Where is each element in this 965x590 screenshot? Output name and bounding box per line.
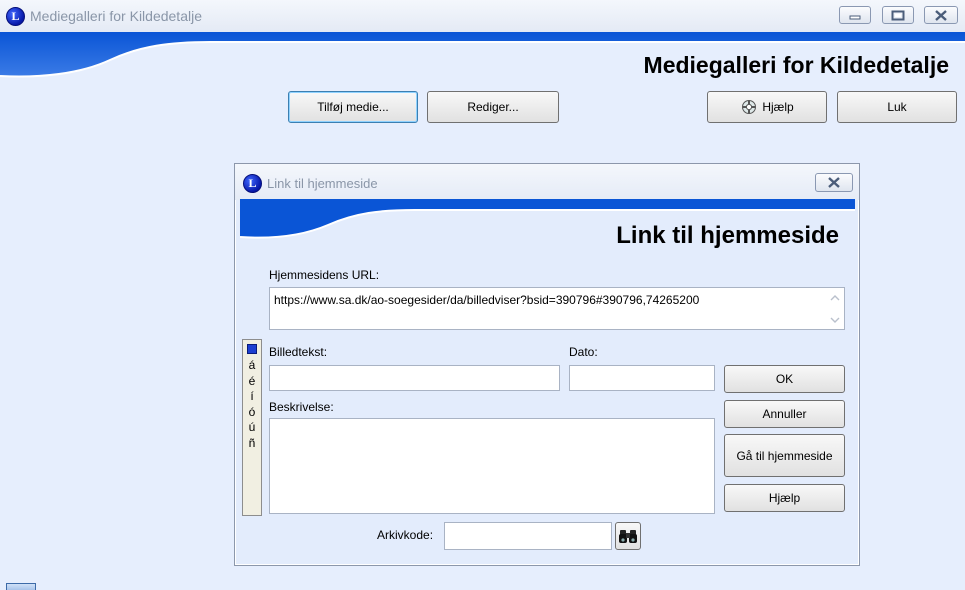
accent-char-a[interactable]: á (249, 358, 256, 374)
edit-label: Rediger... (467, 100, 519, 114)
window-title: Mediegalleri for Kildedetalje (30, 8, 202, 24)
dialog-title: Link til hjemmeside (267, 176, 378, 191)
add-media-button[interactable]: Tilføj medie... (288, 91, 418, 123)
archive-code-input[interactable] (444, 522, 612, 550)
date-label: Dato: (569, 345, 598, 359)
dialog-banner-title: Link til hjemmeside (616, 222, 839, 249)
ok-button[interactable]: OK (724, 365, 845, 393)
description-textarea[interactable] (269, 418, 715, 514)
accent-char-o[interactable]: ó (249, 405, 256, 421)
accent-bar-marker-icon[interactable] (247, 344, 257, 354)
date-input[interactable] (569, 365, 715, 391)
dialog-logo-icon: L (243, 174, 262, 193)
dialog-help-label: Hjælp (768, 491, 801, 505)
accent-char-bar: á é í ó ú ñ (242, 339, 262, 516)
caption-label: Billedtekst: (269, 345, 328, 359)
cancel-label: Annuller (762, 407, 807, 421)
help-button[interactable]: Hjælp (707, 91, 827, 123)
help-lifebuoy-icon (742, 100, 757, 114)
close-icon (935, 9, 947, 21)
close-window-button[interactable] (924, 6, 958, 24)
dialog-help-button[interactable]: Hjælp (724, 484, 845, 512)
archive-search-button[interactable] (615, 522, 641, 550)
url-text: https://www.sa.dk/ao-soegesider/da/bille… (274, 293, 700, 307)
cancel-button[interactable]: Annuller (724, 400, 845, 428)
url-label: Hjemmesidens URL: (269, 268, 380, 282)
dialog-close-button[interactable] (815, 173, 853, 192)
help-label: Hjælp (762, 100, 794, 114)
accent-char-i[interactable]: í (250, 389, 253, 405)
ok-label: OK (775, 372, 794, 386)
close-button[interactable]: Luk (837, 91, 957, 123)
minimize-button[interactable] (839, 6, 871, 24)
binoculars-icon (619, 530, 637, 543)
goto-website-button[interactable]: Gå til hjemmeside (724, 434, 845, 477)
close-icon (828, 177, 840, 188)
url-scroll-arrows[interactable] (830, 292, 840, 326)
main-banner: Mediegalleri for Kildedetalje (0, 32, 965, 86)
caption-input[interactable] (269, 365, 560, 391)
archive-code-label: Arkivkode: (377, 528, 434, 542)
accent-char-e[interactable]: é (249, 374, 256, 390)
url-input[interactable]: https://www.sa.dk/ao-soegesider/da/bille… (269, 287, 845, 330)
status-icon[interactable] (6, 583, 36, 590)
maximize-icon (891, 10, 905, 20)
add-media-label: Tilføj medie... (317, 100, 389, 114)
dialog-titlebar: L Link til hjemmeside (235, 164, 859, 200)
close-label: Luk (887, 100, 907, 114)
goto-website-label: Gå til hjemmeside (736, 448, 833, 463)
accent-char-u[interactable]: ú (249, 420, 256, 436)
banner-title: Mediegalleri for Kildedetalje (643, 52, 949, 78)
accent-char-n[interactable]: ñ (249, 436, 256, 452)
link-dialog: L Link til hjemmeside Link til hjemmesid… (234, 163, 860, 566)
main-window-titlebar: L Mediegalleri for Kildedetalje (0, 0, 965, 33)
description-label: Beskrivelse: (269, 400, 334, 414)
edit-button[interactable]: Rediger... (427, 91, 559, 123)
minimize-icon (849, 15, 861, 20)
maximize-button[interactable] (882, 6, 914, 24)
app-logo-icon: L (6, 7, 25, 26)
